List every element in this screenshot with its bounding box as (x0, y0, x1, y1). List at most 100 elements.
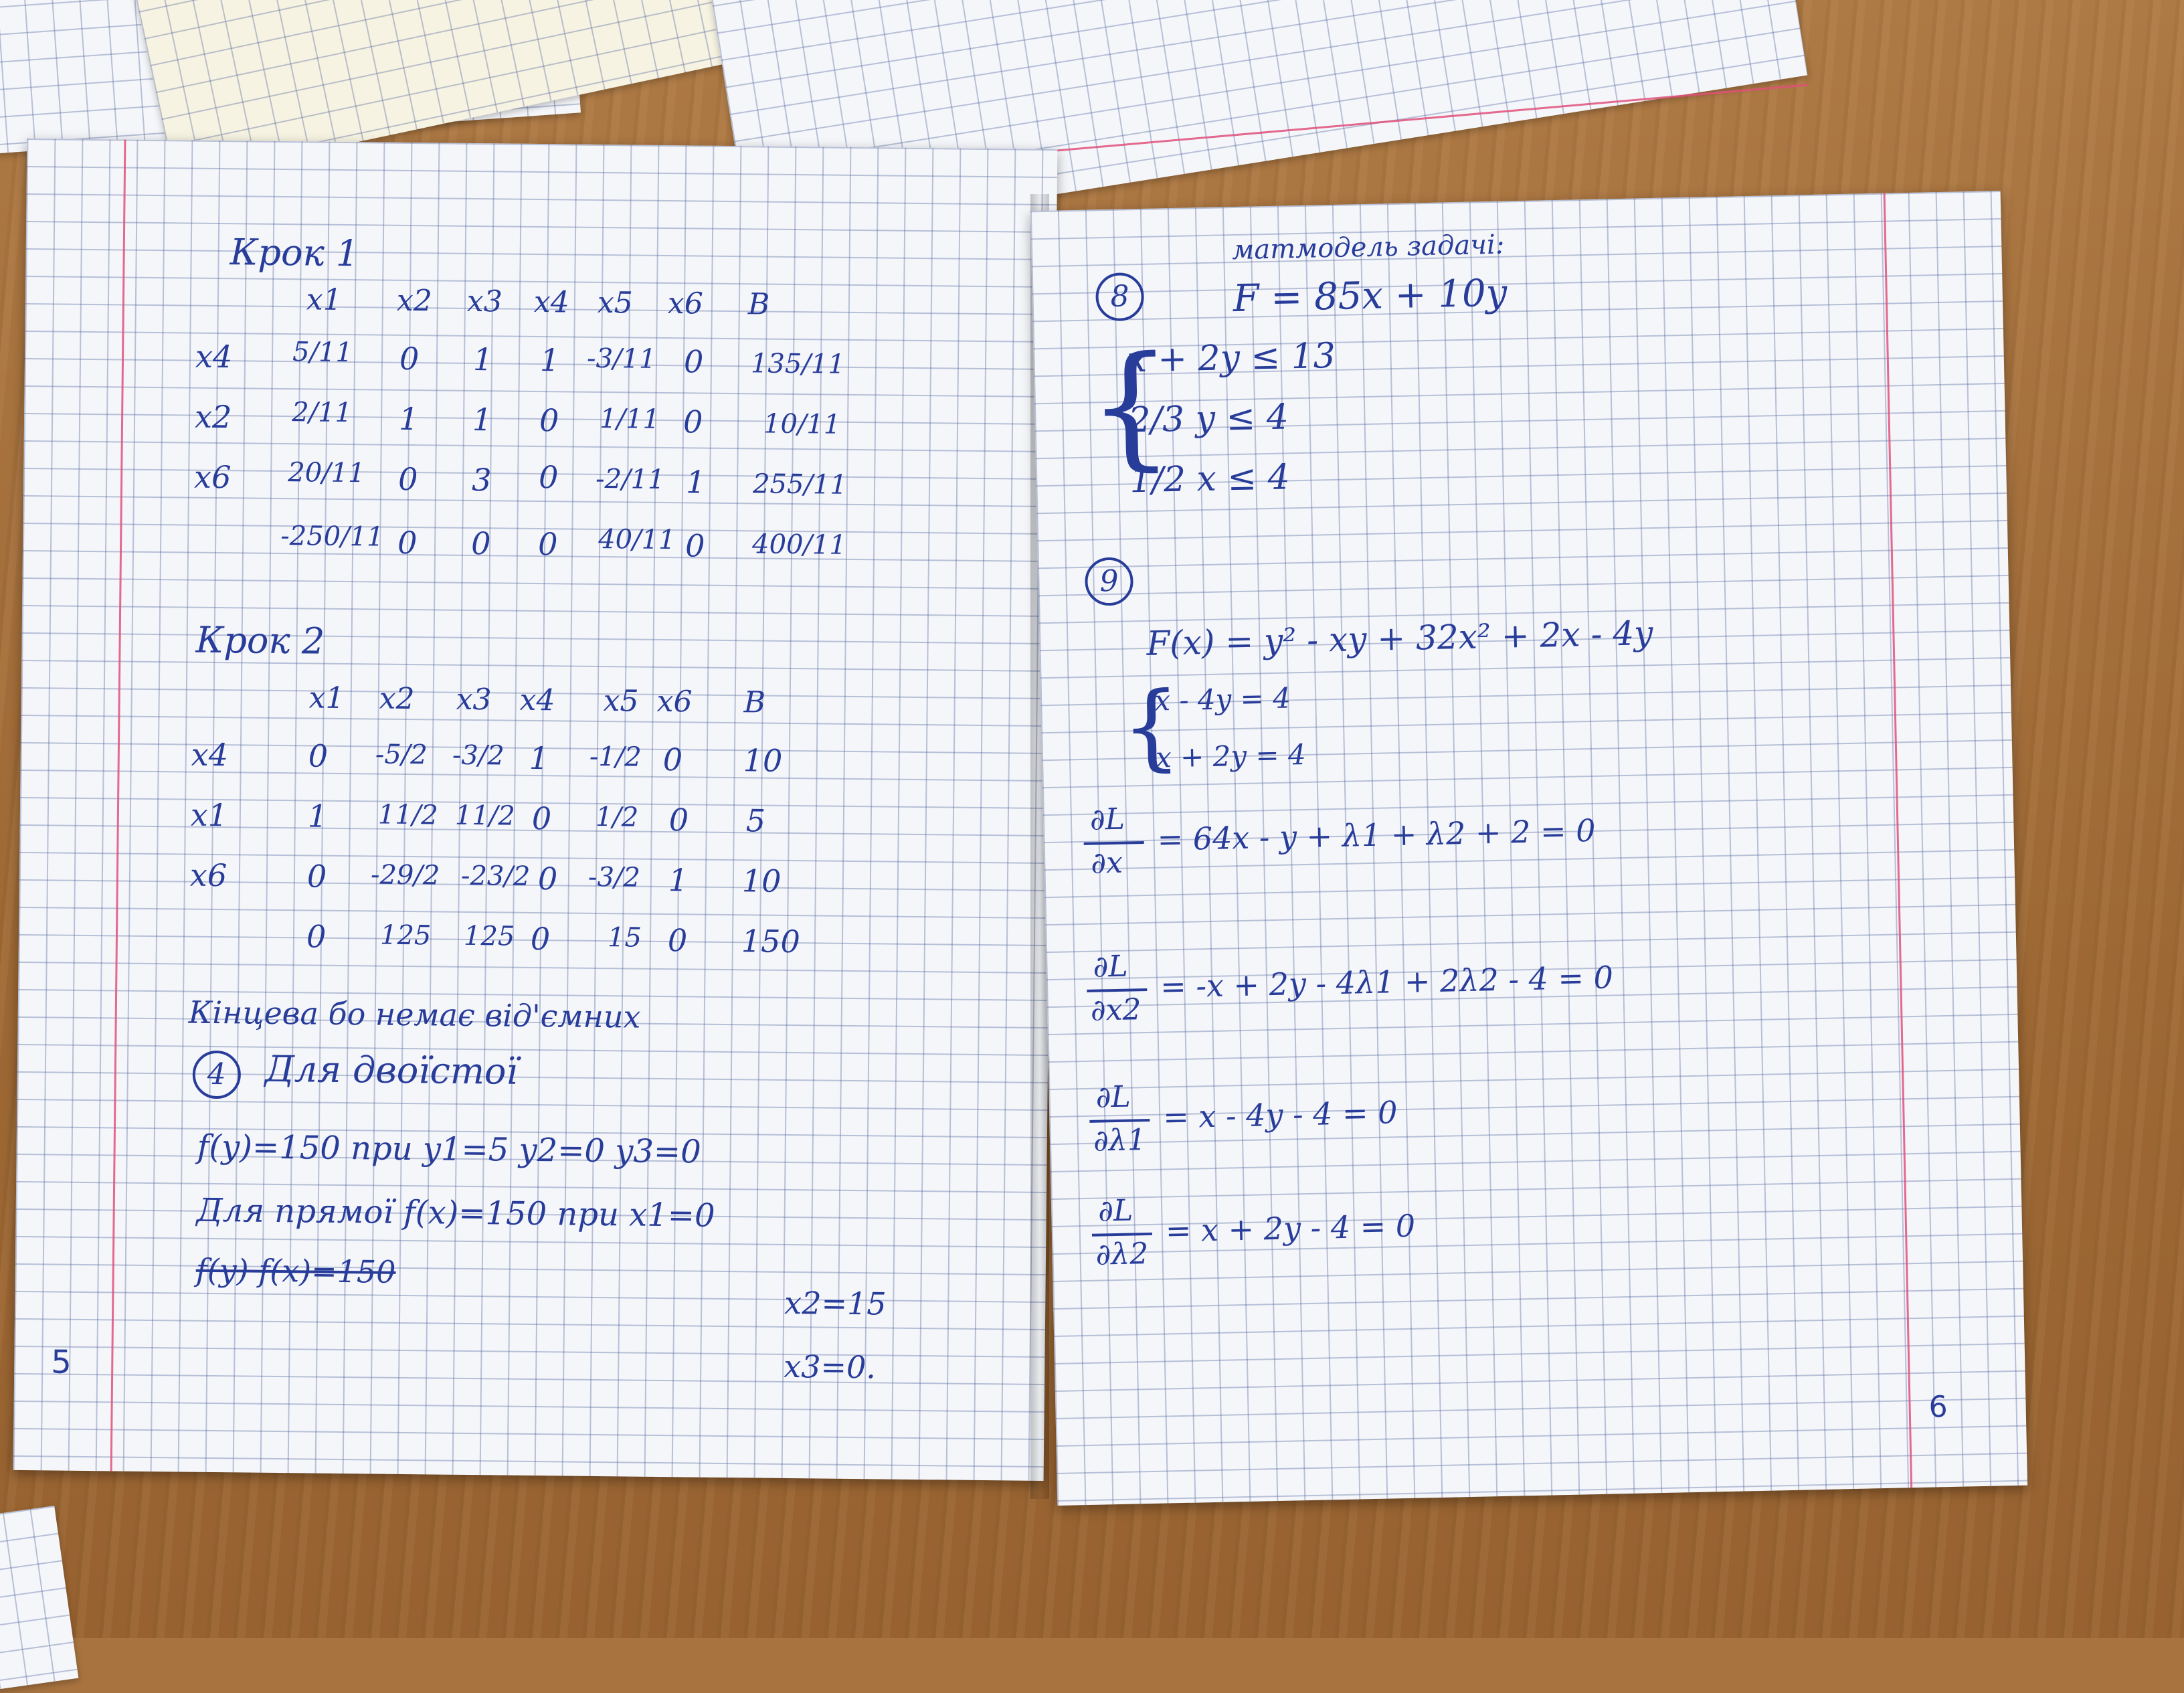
table-cell: -1/2 (589, 741, 642, 773)
derivative-numerator: ∂L (1097, 1193, 1133, 1229)
task8-title: матмодель задачі: (1231, 229, 1505, 266)
table-cell: 20/11 (288, 457, 365, 489)
task4-number-badge: 4 (192, 1050, 242, 1099)
fraction-bar (1091, 1232, 1152, 1237)
table-cell: 0 (531, 800, 552, 837)
derivative-denominator: ∂x (1090, 845, 1123, 881)
table-cell: -29/2 (370, 859, 440, 891)
derivative-denominator: ∂λ1 (1093, 1123, 1147, 1158)
table-cell: x1 (190, 796, 228, 834)
table-cell: 1 (472, 401, 492, 438)
task9-system-eq: x - 4y = 4 (1154, 681, 1291, 717)
step1-header-cell: x2 (396, 283, 433, 319)
table-cell: 10 (743, 742, 783, 779)
table-cell: 1 (668, 862, 689, 899)
derivative-denominator: ∂λ2 (1095, 1237, 1149, 1272)
table-cell: 15 (607, 922, 642, 954)
table-cell: x6 (189, 857, 227, 894)
table-cell: 1 (529, 739, 549, 777)
table-cell: 5 (745, 802, 766, 839)
task8-constraint: x + 2y ≤ 13 (1126, 335, 1336, 381)
table-cell: 125 (379, 919, 432, 952)
fraction-bar (1089, 1118, 1150, 1123)
final-note: Кінцева бо немає від'ємних (188, 994, 641, 1035)
task4-primal-line: Для прямої f(x)=150 при x1=0 (196, 1191, 715, 1235)
table-cell: 3 (471, 461, 492, 499)
task9-number-badge: 9 (1084, 557, 1134, 606)
table-cell: 0 (683, 343, 704, 380)
table-cell: 10/11 (763, 408, 841, 440)
table-cell: 0 (685, 527, 705, 564)
derivative-numerator: ∂L (1095, 1079, 1131, 1115)
table-cell: -23/2 (460, 860, 531, 892)
table-cell: 135/11 (750, 348, 845, 380)
table-cell: 0 (682, 404, 703, 440)
step2-title: Крок 2 (195, 618, 325, 662)
table-cell: 0 (397, 460, 418, 498)
table-cell: 0 (308, 737, 329, 774)
table-cell: x6 (193, 458, 232, 496)
table-cell: 1/2 (595, 801, 639, 833)
table-cell: 1 (398, 400, 419, 438)
table-cell: 1 (307, 798, 328, 834)
task4-struck-text: f(y) f(x)=150 (195, 1251, 396, 1290)
task8-constraint: 1/2 x ≤ 4 (1129, 457, 1291, 501)
table-cell: 0 (306, 918, 327, 955)
table-cell: 0 (399, 340, 420, 377)
fraction-bar (1087, 988, 1148, 992)
step2-header-cell: x1 (308, 681, 345, 716)
right-page-number: 6 (1928, 1390, 1948, 1425)
task4-x2: x2=15 (784, 1284, 887, 1322)
table-cell: 1 (539, 342, 560, 379)
step2-header-cell: x2 (379, 681, 415, 717)
step1-header-cell: x4 (533, 284, 570, 320)
table-cell: 1/11 (599, 403, 660, 435)
left-page-margin-line (110, 139, 126, 1472)
table-cell: 0 (537, 526, 558, 563)
step2-header-cell: x3 (456, 682, 492, 717)
table-cell: 11/2 (454, 800, 515, 832)
task4-x3: x3=0. (784, 1348, 877, 1386)
table-cell: 10 (741, 863, 782, 899)
table-cell: 0 (306, 858, 327, 895)
step1-header-cell: x3 (466, 284, 503, 319)
table-cell: 0 (539, 402, 559, 439)
table-cell: -5/2 (375, 739, 428, 771)
table-cell: -3/11 (586, 343, 656, 375)
table-cell: -250/11 (280, 520, 384, 553)
step1-header-cell: x6 (667, 286, 704, 321)
derivative-expression: = x - 4y - 4 = 0 (1162, 1094, 1398, 1136)
derivative-numerator: ∂L (1089, 802, 1125, 837)
step2-header-cell: B (743, 685, 766, 720)
table-cell: 0 (662, 741, 683, 778)
table-cell: 1 (472, 341, 493, 378)
table-cell: 0 (538, 459, 559, 496)
left-notebook-page: Крок 1 x1 x2 x3 x4 x5 x6 B x4 5/11 0 1 1… (13, 138, 1058, 1482)
table-cell: 125 (463, 920, 515, 952)
table-cell: 150 (741, 923, 801, 960)
derivative-denominator: ∂x2 (1090, 992, 1142, 1028)
table-cell: x2 (194, 398, 232, 436)
table-cell: 2/11 (291, 397, 353, 429)
task4-title: Для двоїстої (264, 1047, 519, 1093)
table-cell: 0 (470, 525, 491, 562)
right-page-margin-line (1883, 193, 1913, 1488)
table-cell: 0 (668, 802, 689, 838)
table-cell: -3/2 (587, 861, 641, 893)
table-cell: -2/11 (595, 463, 665, 495)
table-cell: 0 (397, 524, 418, 561)
table-cell: x4 (191, 736, 229, 774)
derivative-expression: = -x + 2y - 4λ1 + 2λ2 - 4 = 0 (1160, 959, 1614, 1005)
table-cell: 40/11 (598, 523, 676, 556)
derivative-numerator: ∂L (1093, 949, 1129, 984)
table-cell: 11/2 (377, 799, 438, 831)
step1-header-cell: x5 (597, 285, 634, 321)
table-cell: -3/2 (452, 739, 505, 772)
step2-header-cell: x5 (603, 684, 639, 719)
step1-title: Крок 1 (230, 231, 359, 275)
table-cell: 1 (685, 464, 706, 501)
right-notebook-page: 8 матмодель задачі: F = 85x + 10y { x + … (1030, 191, 2028, 1506)
table-cell: 0 (530, 920, 551, 958)
table-cell: 5/11 (292, 337, 353, 369)
task8-objective: F = 85x + 10y (1233, 271, 1508, 321)
